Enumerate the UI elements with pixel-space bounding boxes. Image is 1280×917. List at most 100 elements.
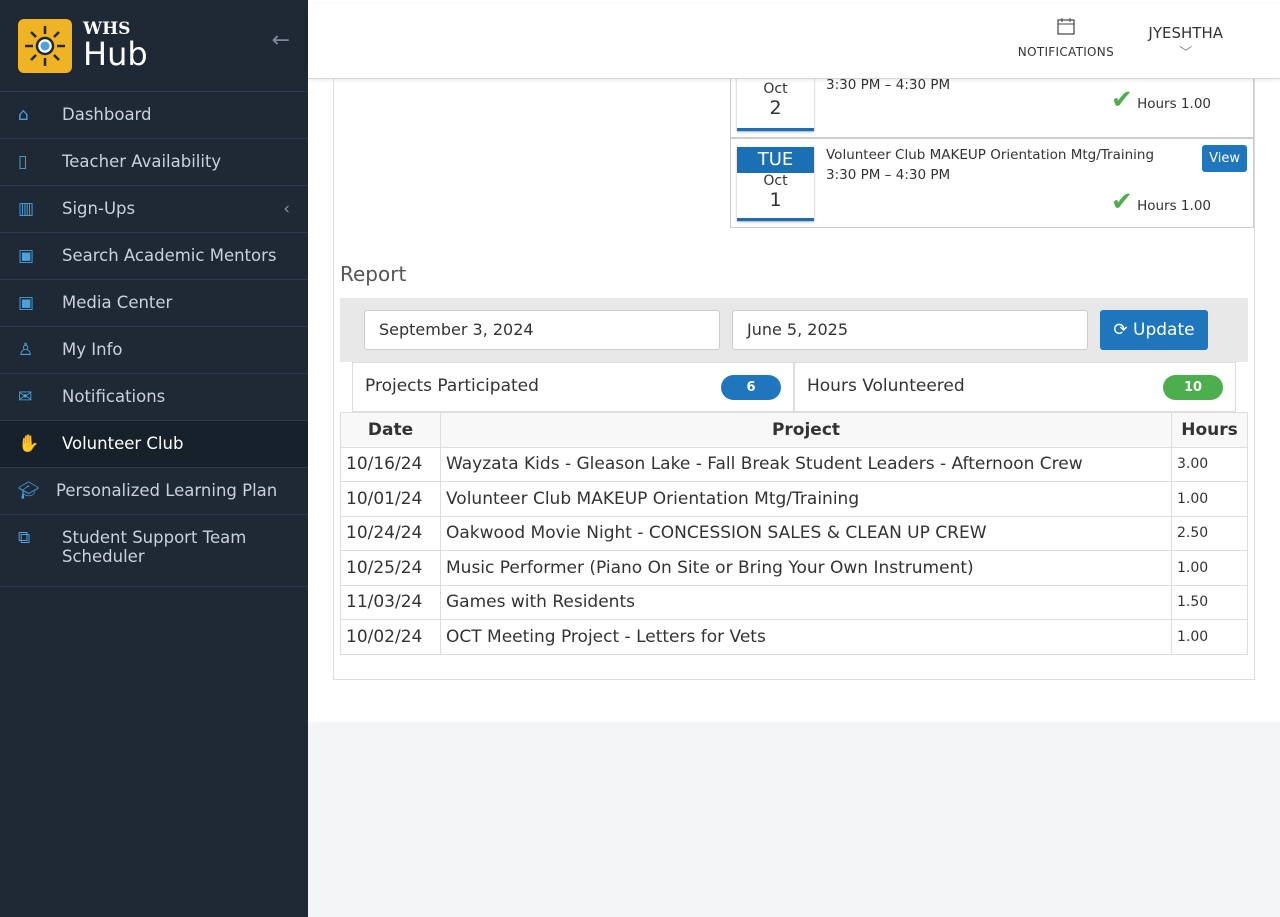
sidebar-item-dashboard[interactable]: ⌂ Dashboard (0, 92, 308, 139)
sidebar-item-notifications[interactable]: ✉ Notifications (0, 374, 308, 421)
cell-date: 10/01/24 (340, 481, 441, 517)
cell-date: 10/24/24 (340, 515, 441, 551)
user-icon: ♙ (18, 340, 34, 360)
cell-hours: 1.00 (1171, 550, 1248, 586)
map-icon: ▥ (18, 199, 35, 219)
label: Personalized Learning Plan (56, 481, 278, 500)
cell-project: Wayzata Kids - Gleason Lake - Fall Break… (440, 446, 1172, 482)
end-date-input[interactable]: June 5, 2025 (732, 310, 1088, 350)
chevron-down-icon: ﹀ (1179, 46, 1193, 61)
table-row: 10/16/24 Wayzata Kids - Gleason Lake - Fa… (340, 446, 1248, 482)
label: Student Support Team Scheduler (62, 528, 247, 566)
event-day: 1 (769, 189, 782, 211)
cell-project: Games with Residents (440, 584, 1172, 620)
projects-label: Projects Participated (365, 376, 539, 396)
user-menu[interactable]: JYESHTHA ﹀ (1148, 24, 1223, 61)
sun-logo-icon (18, 18, 72, 73)
sidebar-item-personalized-learning-plan[interactable]: 🎓︎ Personalized Learning Plan (0, 468, 308, 515)
hours-volunteered: Hours Volunteered 10 (794, 362, 1236, 412)
notifications-button[interactable]: NOTIFICATIONS (1018, 16, 1114, 59)
cell-hours: 1.50 (1171, 584, 1248, 620)
sidebar-item-media-center[interactable]: ▣ Media Center (0, 280, 308, 327)
external-link-icon: ⧉ (18, 528, 31, 548)
home-icon: ⌂ (18, 105, 29, 125)
nav-menu: ⌂ Dashboard ▯ Teacher Availability ▥ Sign-U… (0, 92, 308, 587)
label: Notifications (62, 387, 166, 406)
table-row: 10/01/24 Volunteer Club MAKEUP Orientatio… (340, 481, 1248, 517)
hours-label: Hours Volunteered (807, 376, 965, 396)
cell-date: 10/02/24 (340, 619, 441, 655)
event-time: 3:30 PM – 4:30 PM (826, 77, 951, 93)
user-name: JYESHTHA (1148, 24, 1223, 42)
table-row: 10/02/24 OCT Meeting Project - Letters fo… (340, 619, 1248, 655)
projects-participated: Projects Participated 6 (352, 362, 794, 412)
cell-date: 10/25/24 (340, 550, 441, 586)
check-icon: ✔ (1111, 85, 1133, 115)
logo-bottom: Hub (83, 35, 148, 73)
event-date: TUE Oct 1 (737, 147, 814, 221)
cell-project: Volunteer Club MAKEUP Orientation Mtg/Tr… (440, 481, 1172, 517)
cell-hours: 1.00 (1171, 619, 1248, 655)
label: Dashboard (62, 105, 152, 124)
label: My Info (62, 340, 123, 359)
label: Media Center (62, 293, 173, 312)
arrow-left-icon[interactable]: ← (272, 28, 290, 53)
sidebar-item-volunteer-club[interactable]: ✋ Volunteer Club (0, 421, 308, 468)
graduation-cap-icon: 🎓︎ (18, 481, 40, 501)
top-bar: NOTIFICATIONS JYESHTHA ﹀ (308, 4, 1280, 79)
column-date[interactable]: Date (340, 412, 441, 448)
event-dow: TUE (737, 147, 814, 173)
view-button[interactable]: View (1202, 145, 1247, 172)
label: Teacher Availability (62, 152, 222, 171)
calendar-icon: ▣ (18, 246, 35, 266)
cell-project: Music Performer (Piano On Site or Bring … (440, 550, 1172, 586)
envelope-icon: ✉ (18, 387, 33, 407)
projects-badge: 6 (721, 375, 781, 400)
notifications-label: NOTIFICATIONS (1017, 45, 1114, 59)
cell-hours: 3.00 (1171, 446, 1248, 482)
main-content: Oct 2 3:30 PM – 4:30 PM ✔ Hours 1.00 TUE… (308, 0, 1280, 722)
hand-icon: ✋ (18, 434, 40, 454)
table-row: 10/25/24 Music Performer (Piano On Site o… (340, 550, 1248, 586)
hours-badge: 10 (1163, 375, 1223, 400)
sidebar-item-search-academic-mentors[interactable]: ▣ Search Academic Mentors (0, 233, 308, 280)
table-row: 10/24/24 Oakwood Movie Night - CONCESSION… (340, 515, 1248, 551)
cell-date: 11/03/24 (340, 584, 441, 620)
sidebar-item-teacher-availability[interactable]: ▯ Teacher Availability (0, 139, 308, 186)
event-time: 3:30 PM – 4:30 PM (826, 167, 951, 183)
event-month: Oct (763, 173, 788, 189)
calendar-icon: ▣ (18, 293, 35, 313)
check-icon: ✔ (1111, 187, 1133, 217)
label: Search Academic Mentors (62, 246, 277, 265)
sidebar: WHS Hub ← ⌂ Dashboard ▯ Teacher Availabilit… (0, 0, 308, 917)
cell-date: 10/16/24 (340, 446, 441, 482)
event-hours: Hours 1.00 (1137, 198, 1211, 214)
cell-hours: 1.00 (1171, 481, 1248, 517)
event-card: TUE Oct 1 Volunteer Club MAKEUP Orientat… (730, 138, 1254, 228)
label: Sign-Ups (62, 199, 136, 218)
event-title: Volunteer Club MAKEUP Orientation Mtg/Tr… (826, 147, 1155, 163)
table-row: 11/03/24 Games with Residents 1.50 (340, 584, 1248, 620)
event-day: 2 (769, 97, 782, 119)
logo[interactable]: WHS Hub ← (0, 0, 308, 92)
cell-project: Oakwood Movie Night - CONCESSION SALES &… (440, 515, 1172, 551)
sidebar-item-student-support-team-scheduler[interactable]: ⧉ Student Support Team Scheduler (0, 515, 308, 587)
report-table: Date Project Hours 10/16/24 Wayzata Kids … (340, 412, 1248, 655)
label: Volunteer Club (62, 434, 184, 453)
chevron-left-icon: ‹ (283, 199, 290, 218)
calendar-icon (1018, 16, 1114, 39)
event-hours: Hours 1.00 (1137, 96, 1211, 112)
tablet-icon: ▯ (18, 152, 28, 172)
column-hours[interactable]: Hours (1171, 412, 1248, 448)
start-date-input[interactable]: September 3, 2024 (364, 310, 720, 350)
report-filter: September 3, 2024 June 5, 2025 ⟳ Update (340, 298, 1248, 362)
event-month: Oct (763, 81, 788, 97)
column-project[interactable]: Project (440, 412, 1172, 448)
sidebar-item-my-info[interactable]: ♙ My Info (0, 327, 308, 374)
update-label: Update (1133, 320, 1195, 340)
refresh-icon: ⟳ (1113, 320, 1128, 340)
update-button[interactable]: ⟳ Update (1100, 310, 1208, 350)
sidebar-item-sign-ups[interactable]: ▥ Sign-Ups ‹ (0, 186, 308, 233)
cell-hours: 2.50 (1171, 515, 1248, 551)
cell-project: OCT Meeting Project - Letters for Vets (440, 619, 1172, 655)
